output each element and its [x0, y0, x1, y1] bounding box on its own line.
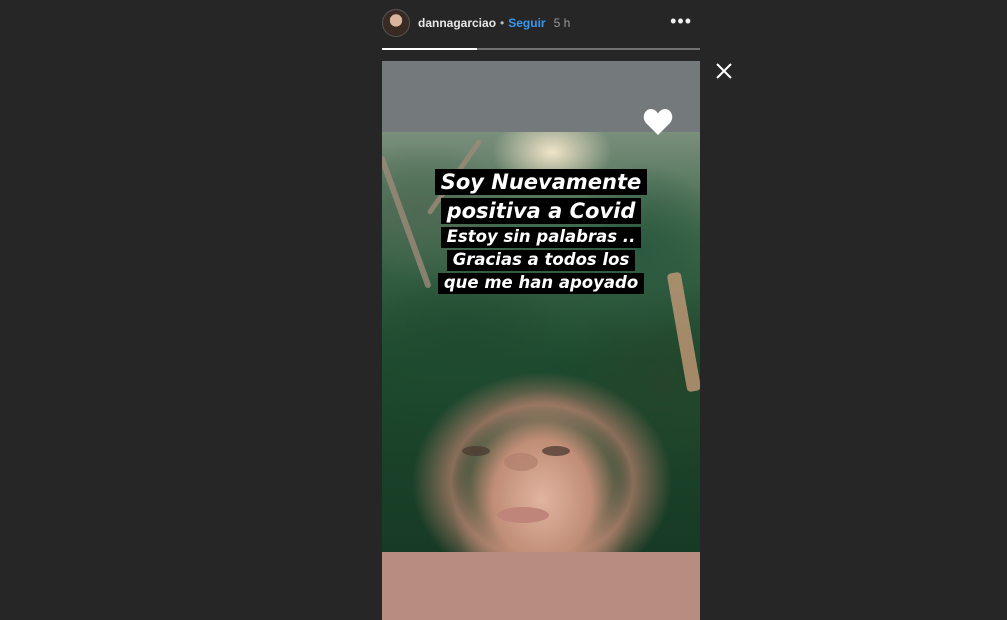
nose: [504, 453, 538, 471]
caption-line: positiva a Covid: [440, 198, 642, 225]
follow-button[interactable]: Seguir: [508, 16, 545, 30]
heart-icon[interactable]: [643, 108, 673, 136]
caption-line: Estoy sin palabras ..: [440, 227, 642, 249]
separator-dot: •: [500, 16, 505, 30]
caption-line: Soy Nuevamente: [434, 169, 648, 196]
story-bottom-band: [382, 552, 700, 620]
story-caption: Soy Nuevamente positiva a Covid Estoy si…: [382, 169, 700, 296]
username[interactable]: dannagarciao: [418, 16, 496, 30]
post-time: 5 h: [553, 16, 571, 30]
close-icon[interactable]: [713, 60, 735, 82]
story-progress-bar: [382, 48, 700, 50]
left-eye: [462, 446, 490, 456]
more-icon[interactable]: •••: [670, 12, 692, 30]
avatar[interactable]: [382, 9, 410, 37]
lips: [497, 507, 549, 523]
caption-line: Gracias a todos los: [446, 250, 636, 272]
story-viewer: dannagarciao • Seguir 5 h ••• Soy Nuevam…: [0, 0, 1007, 620]
story-media[interactable]: Soy Nuevamente positiva a Covid Estoy si…: [382, 61, 700, 620]
story-progress-fill: [382, 48, 478, 50]
caption-line: que me han apoyado: [437, 273, 645, 295]
story-header: dannagarciao • Seguir 5 h •••: [382, 6, 700, 40]
right-eye: [542, 446, 570, 456]
